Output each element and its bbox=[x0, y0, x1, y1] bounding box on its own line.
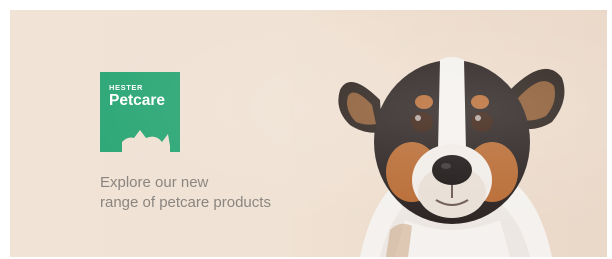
dog-illustration bbox=[338, 57, 565, 257]
tagline-line-1: Explore our new bbox=[100, 174, 209, 191]
dog-image bbox=[320, 30, 590, 257]
tagline: Explore our new range of petcare product… bbox=[100, 173, 350, 213]
logo-top-text: HESTER bbox=[109, 83, 144, 92]
tagline-line-2: range of petcare products bbox=[100, 194, 271, 211]
hester-petcare-logo: HESTER Petcare bbox=[100, 72, 180, 152]
logo-brand-name: Petcare bbox=[109, 92, 166, 109]
promo-banner[interactable]: HESTER Petcare Explore our new range of … bbox=[10, 10, 607, 257]
